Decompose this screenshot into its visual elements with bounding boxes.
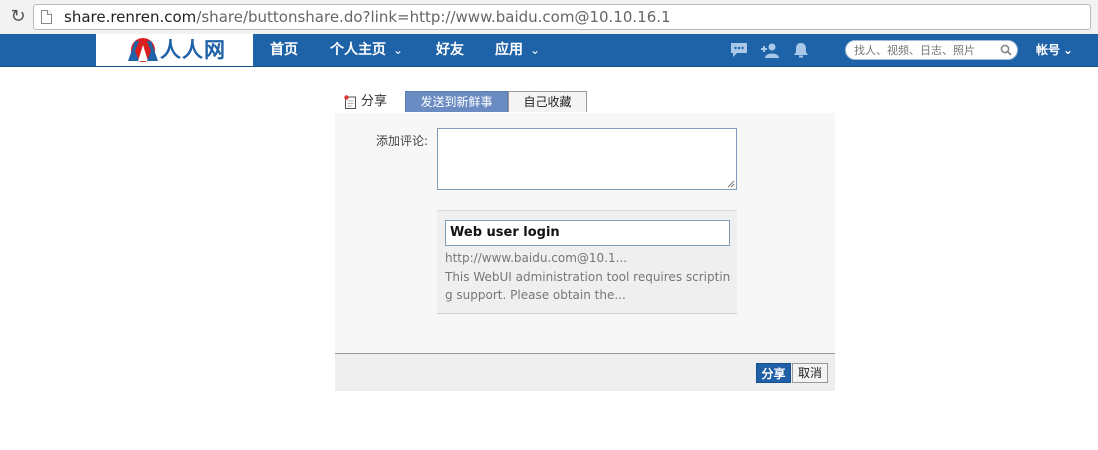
share-title: 分享 (344, 92, 387, 112)
address-bar[interactable]: share.renren.com/share/buttonshare.do?li… (33, 4, 1091, 30)
site-search[interactable] (845, 40, 1018, 60)
nav-profile[interactable]: 个人主页 ⌄ (330, 34, 403, 66)
reload-icon[interactable]: ↻ (8, 7, 28, 27)
logo[interactable]: 人人网 (96, 34, 253, 66)
share-title-label: 分享 (361, 94, 388, 109)
url-path: /share/buttonshare.do?link=http://www.ba… (196, 8, 671, 26)
preview-url: http://www.baidu.com@10.1... (445, 251, 628, 265)
chevron-down-icon: ⌄ (1063, 43, 1074, 57)
account-label: 帐号 (1036, 43, 1061, 57)
site-header: 人人网 首页 个人主页⌄ 好友 应用⌄ 帐号⌄ (0, 34, 1098, 67)
tab-send-to-feed[interactable]: 发送到新鲜事 (405, 91, 508, 112)
nav-apps[interactable]: 应用 ⌄ (495, 34, 540, 66)
tab-self-collect[interactable]: 自己收藏 (508, 91, 587, 112)
resize-grip-icon[interactable] (727, 180, 735, 188)
share-note-icon (344, 94, 356, 109)
page-icon (41, 10, 52, 24)
nav-home-label: 首页 (270, 42, 298, 58)
search-input[interactable] (854, 42, 994, 58)
nav-apps-label: 应用 (495, 42, 523, 58)
comment-textarea[interactable] (437, 128, 737, 190)
search-icon[interactable] (1000, 44, 1012, 56)
chevron-down-icon: ⌄ (393, 43, 404, 57)
browser-toolbar: ↻ share.renren.com/share/buttonshare.do?… (0, 0, 1098, 35)
nav-profile-label: 个人主页 (330, 42, 386, 58)
cancel-button[interactable]: 取消 (792, 363, 828, 383)
nav-home[interactable]: 首页 (270, 34, 298, 66)
preview-description: This WebUI administration tool requires … (445, 270, 731, 302)
renren-logo-icon (128, 38, 158, 62)
account-menu[interactable]: 帐号 ⌄ (1036, 34, 1073, 66)
comment-label: 添加评论: (376, 134, 429, 148)
share-dialog-footer: 分享 取消 (335, 354, 835, 391)
share-dialog-body: 添加评论: Web user login http://www.baidu.co… (335, 113, 835, 354)
link-preview: Web user login http://www.baidu.com@10.1… (437, 210, 737, 314)
share-button[interactable]: 分享 (756, 363, 791, 383)
chat-icon[interactable] (730, 42, 748, 58)
add-friend-icon[interactable] (761, 42, 779, 58)
notification-bell-icon[interactable] (792, 42, 810, 58)
nav-friends-label: 好友 (436, 42, 464, 58)
nav-friends[interactable]: 好友 (436, 34, 464, 66)
logo-text: 人人网 (160, 38, 226, 62)
chevron-down-icon: ⌄ (530, 43, 541, 57)
preview-title[interactable]: Web user login (445, 220, 730, 246)
url-text: share.renren.com/share/buttonshare.do?li… (64, 8, 671, 26)
share-tabs: 分享 发送到新鲜事 自己收藏 (335, 91, 835, 114)
url-host: share.renren.com (64, 8, 197, 26)
